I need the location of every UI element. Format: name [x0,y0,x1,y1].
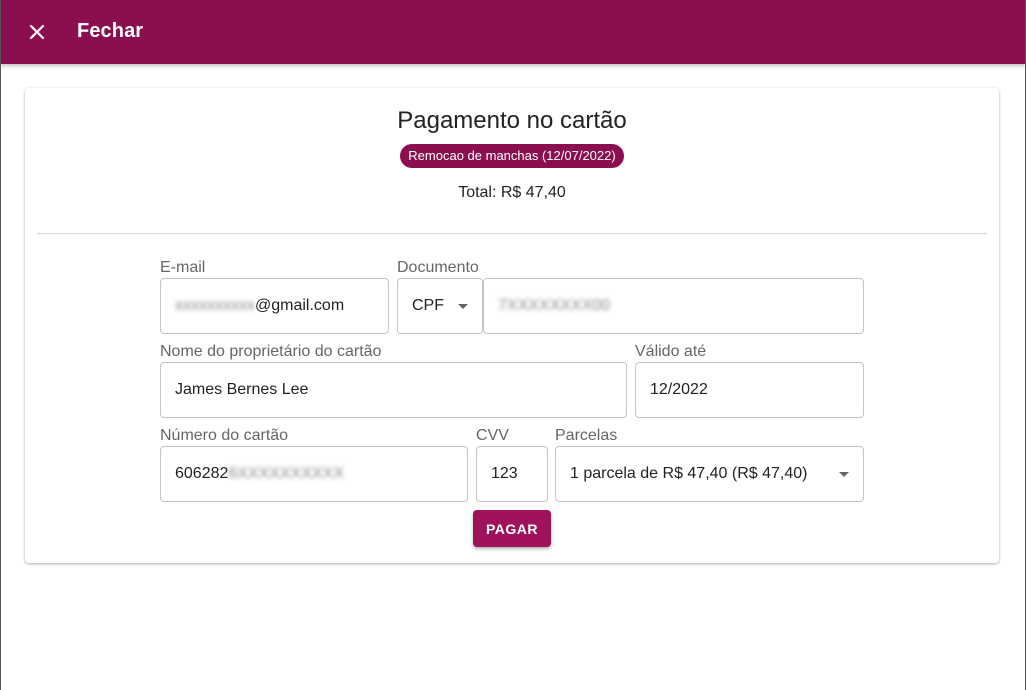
valid-until-label: Válido até [635,343,707,360]
payment-card: Pagamento no cartão Remocao de manchas (… [25,88,999,563]
dropdown-arrow-icon [839,472,849,477]
cvv-input[interactable] [491,465,547,483]
owner-name-field[interactable] [160,362,627,418]
email-blurred-part: xxxxxxxxxx [175,297,255,314]
document-type-value: CPF [412,297,444,314]
installments-select[interactable]: 1 parcela de R$ 47,40 (R$ 47,40) [555,446,864,502]
app-bar: Fechar [0,0,1026,64]
document-label: Documento [397,259,479,276]
valid-until-field[interactable] [635,362,864,418]
card-number-prefix: 606282 [175,465,229,482]
email-domain: @gmail.com [255,297,345,314]
email-label: E-mail [160,259,206,276]
page-title: Pagamento no cartão [397,107,627,134]
divider [37,233,987,234]
close-icon [29,24,45,40]
card-number-label: Número do cartão [160,427,289,444]
close-label[interactable]: Fechar [77,20,143,43]
installments-label: Parcelas [555,427,618,444]
dropdown-arrow-icon [458,304,468,309]
service-chip: Remocao de manchas (12/07/2022) [400,144,624,168]
close-button[interactable] [24,19,50,45]
chip-row: Remocao de manchas (12/07/2022) [25,144,999,168]
valid-until-input[interactable] [650,381,863,399]
email-field[interactable]: xxxxxxxxxx @gmail.com [160,278,389,334]
card-number-blurred: 6XXXXXXXXXX [228,465,345,482]
document-type-select[interactable]: CPF [397,278,483,334]
card-number-field[interactable]: 606282 6XXXXXXXXXX [160,446,468,502]
installments-value: 1 parcela de R$ 47,40 (R$ 47,40) [570,465,808,482]
pay-button[interactable]: PAGAR [473,510,551,547]
owner-name-input[interactable] [175,381,626,399]
cvv-field[interactable] [476,446,548,502]
total-amount: Total: R$ 47,40 [458,184,566,201]
document-number-blurred: 7XXXXXXXX00 [498,297,611,314]
cvv-label: CVV [476,427,509,444]
document-number-field[interactable]: 7XXXXXXXX00 [483,278,864,334]
owner-name-label: Nome do proprietário do cartão [160,343,382,360]
